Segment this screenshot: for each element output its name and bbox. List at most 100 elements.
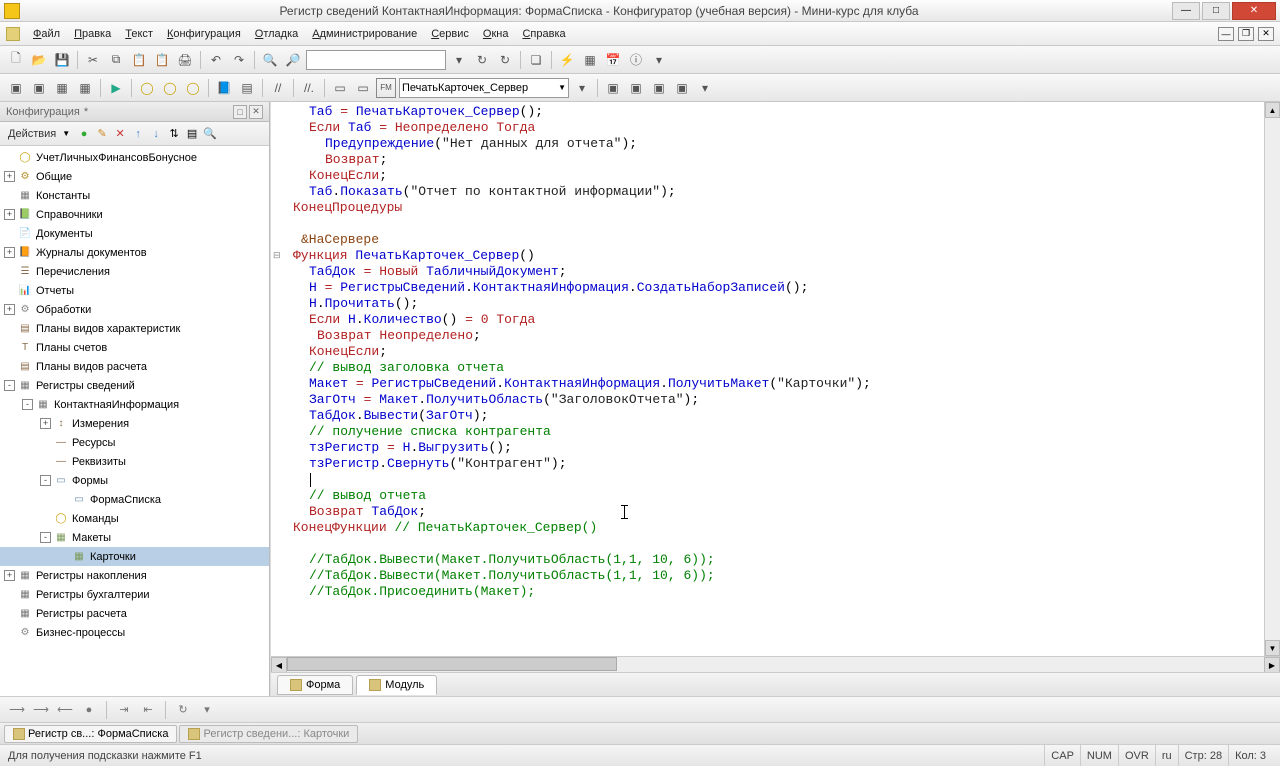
edit-icon[interactable]: ✎ <box>94 126 110 142</box>
up-icon[interactable]: ↑ <box>130 126 146 142</box>
code-editor[interactable]: Таб = ПечатьКарточек_Сервер();Если Таб =… <box>271 102 1264 656</box>
minimize-button[interactable]: — <box>1172 2 1200 20</box>
add-icon[interactable]: ● <box>76 126 92 142</box>
expander-icon[interactable]: + <box>4 304 15 315</box>
actions-menu[interactable]: Действия <box>4 126 60 142</box>
close-button[interactable]: ✕ <box>1232 2 1276 20</box>
tree-item-Регистры накопления[interactable]: +▦Регистры накопления <box>0 566 269 585</box>
tree-item-Перечисления[interactable]: ☰Перечисления <box>0 262 269 281</box>
fm-icon[interactable]: FM <box>376 78 396 98</box>
calendar-icon[interactable]: 📅 <box>603 50 623 70</box>
more2-icon[interactable]: ▾ <box>695 78 715 98</box>
menu-Администрирование[interactable]: Администрирование <box>305 25 424 43</box>
refresh-icon[interactable]: ↻ <box>472 50 492 70</box>
slash2-icon[interactable]: //. <box>299 78 319 98</box>
zoom-icon[interactable]: 🔎 <box>283 50 303 70</box>
menu-Конфигурация[interactable]: Конфигурация <box>160 25 248 43</box>
tree-item-Регистры бухгалтерии[interactable]: ▦Регистры бухгалтерии <box>0 585 269 604</box>
tree-item-КонтактнаяИнформация[interactable]: -▦КонтактнаяИнформация <box>0 395 269 414</box>
down-icon[interactable]: ↓ <box>148 126 164 142</box>
bp4-icon[interactable]: ● <box>80 701 98 719</box>
find-icon[interactable]: 🔍 <box>260 50 280 70</box>
refresh2-icon[interactable]: ↻ <box>495 50 515 70</box>
search-input[interactable] <box>306 50 446 70</box>
copy-icon[interactable]: ⧉ <box>106 50 126 70</box>
mdi-minimize-button[interactable]: — <box>1218 27 1234 41</box>
debug-icon[interactable]: ⚡ <box>557 50 577 70</box>
bp5-icon[interactable]: ↻ <box>174 701 192 719</box>
menu-Справка[interactable]: Справка <box>515 25 572 43</box>
go-icon[interactable]: ▾ <box>572 78 592 98</box>
tree-item-Регистры расчета[interactable]: ▦Регистры расчета <box>0 604 269 623</box>
vertical-scrollbar[interactable]: ▲▼ <box>1264 102 1280 656</box>
book-icon[interactable]: 📘 <box>214 78 234 98</box>
expander-icon[interactable]: - <box>22 399 33 410</box>
tree-item-Отчеты[interactable]: 📊Отчеты <box>0 281 269 300</box>
bp2-icon[interactable]: ⟶ <box>32 701 50 719</box>
tree-item-Макеты[interactable]: -▦Макеты <box>0 528 269 547</box>
delete-icon[interactable]: ✕ <box>112 126 128 142</box>
bp1-icon[interactable]: ⟶ <box>8 701 26 719</box>
mdi-close-button[interactable]: ✕ <box>1258 27 1274 41</box>
tree-item-Измерения[interactable]: +↕Измерения <box>0 414 269 433</box>
mdi-restore-button[interactable]: ❐ <box>1238 27 1254 41</box>
tree-item-Формы[interactable]: -▭Формы <box>0 471 269 490</box>
expander-icon[interactable]: - <box>40 532 51 543</box>
x3-icon[interactable]: ▣ <box>649 78 669 98</box>
tree-item-Константы[interactable]: ▦Константы <box>0 186 269 205</box>
run-icon[interactable]: ▶ <box>106 78 126 98</box>
tree-item-Планы видов расчета[interactable]: ▤Планы видов расчета <box>0 357 269 376</box>
redo-icon[interactable]: ↷ <box>229 50 249 70</box>
tree-item-Журналы документов[interactable]: +📙Журналы документов <box>0 243 269 262</box>
tree-item-Обработки[interactable]: +⚙Обработки <box>0 300 269 319</box>
horizontal-scrollbar[interactable]: ◀▶ <box>271 656 1280 672</box>
menu-Сервис[interactable]: Сервис <box>424 25 476 43</box>
list2-icon[interactable]: ▤ <box>237 78 257 98</box>
tree-item-Команды[interactable]: ◯Команды <box>0 509 269 528</box>
tree-item-Бизнес-процессы[interactable]: ⚙Бизнес-процессы <box>0 623 269 642</box>
expander-icon[interactable]: + <box>4 171 15 182</box>
expander-icon[interactable]: + <box>4 247 15 258</box>
tree-item-Реквизиты[interactable]: —Реквизиты <box>0 452 269 471</box>
expander-icon[interactable]: - <box>4 380 15 391</box>
procedure-combo[interactable]: ПечатьКарточек_Сервер▼ <box>399 78 569 98</box>
menu-Окна[interactable]: Окна <box>476 25 516 43</box>
tree-item-Планы счетов[interactable]: ТПланы счетов <box>0 338 269 357</box>
undo-icon[interactable]: ↶ <box>206 50 226 70</box>
tab-form[interactable]: Форма <box>277 675 353 695</box>
windows-icon[interactable]: ❏ <box>526 50 546 70</box>
outdent-icon[interactable]: ⇤ <box>139 701 157 719</box>
paste-icon[interactable]: 📋 <box>129 50 149 70</box>
db3-icon[interactable]: ▦ <box>52 78 72 98</box>
tree-item-ФормаСписка[interactable]: ▭ФормаСписка <box>0 490 269 509</box>
cut-icon[interactable]: ✂ <box>83 50 103 70</box>
expander-icon[interactable]: - <box>40 475 51 486</box>
menu-Файл[interactable]: Файл <box>26 25 67 43</box>
proc2-icon[interactable]: ▭ <box>353 78 373 98</box>
db-icon[interactable]: ▣ <box>6 78 26 98</box>
panel-pin-icon[interactable]: □ <box>233 105 247 119</box>
tree-item-УчетЛичныхФинансовБонусное[interactable]: ◯УчетЛичныхФинансовБонусное <box>0 148 269 167</box>
x4-icon[interactable]: ▣ <box>672 78 692 98</box>
tree-item-Ресурсы[interactable]: —Ресурсы <box>0 433 269 452</box>
indent-icon[interactable]: ⇥ <box>115 701 133 719</box>
menu-Текст[interactable]: Текст <box>118 25 160 43</box>
open-icon[interactable]: 📂 <box>29 50 49 70</box>
config-tree[interactable]: ◯УчетЛичныхФинансовБонусное+⚙Общие▦Конст… <box>0 146 269 696</box>
slash-icon[interactable]: // <box>268 78 288 98</box>
print-icon[interactable]: 🖨 <box>175 50 195 70</box>
bp6-icon[interactable]: ▾ <box>198 701 216 719</box>
panel-close-icon[interactable]: ✕ <box>249 105 263 119</box>
more-icon[interactable]: ▾ <box>649 50 669 70</box>
app-menu-icon[interactable] <box>6 27 20 41</box>
help-icon[interactable]: ⓘ <box>626 50 646 70</box>
menu-Отладка[interactable]: Отладка <box>248 25 306 43</box>
tree-item-Документы[interactable]: 📄Документы <box>0 224 269 243</box>
window-tab-form[interactable]: Регистр св...: ФормаСписка <box>4 725 177 743</box>
bp3-icon[interactable]: ⟵ <box>56 701 74 719</box>
paste2-icon[interactable]: 📋 <box>152 50 172 70</box>
globe1-icon[interactable]: ◯ <box>137 78 157 98</box>
x1-icon[interactable]: ▣ <box>603 78 623 98</box>
window-tab-layout[interactable]: Регистр сведени...: Карточки <box>179 725 358 743</box>
filter-icon[interactable]: ▤ <box>184 126 200 142</box>
